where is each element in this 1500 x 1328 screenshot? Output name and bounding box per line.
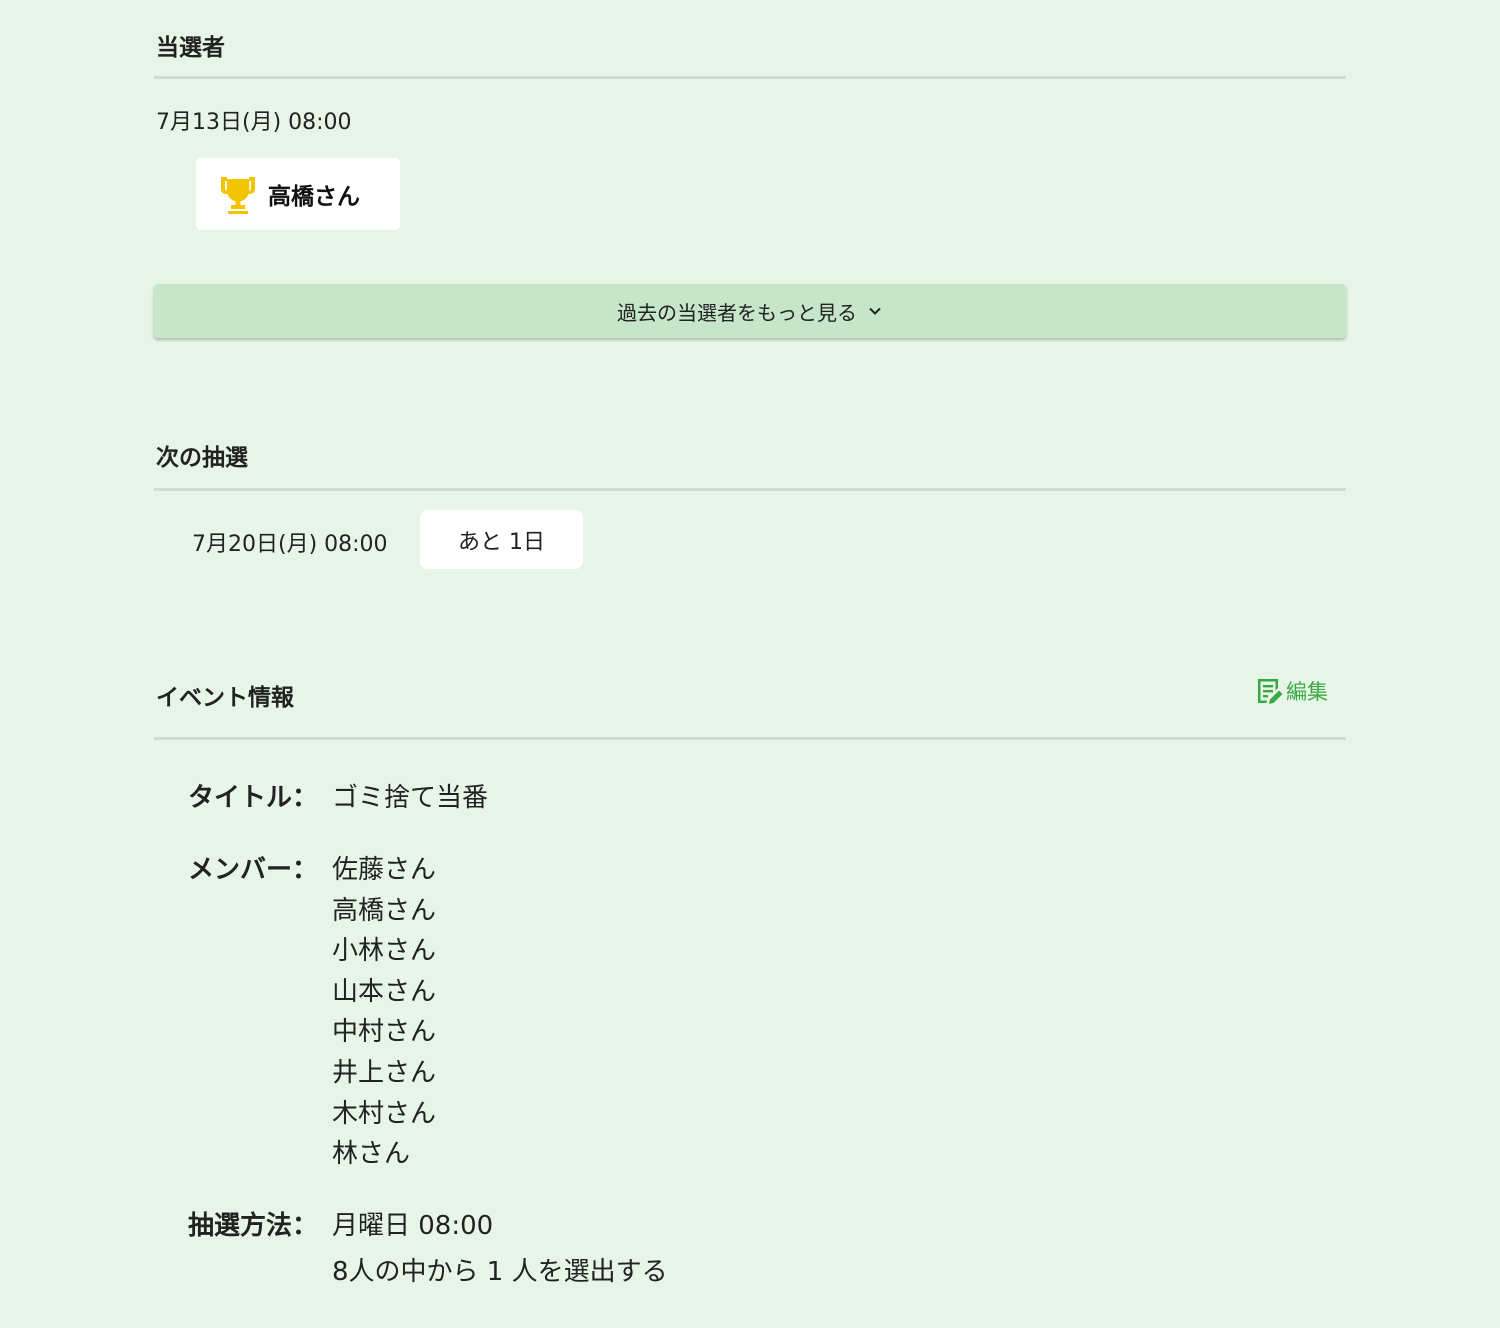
event-members-label: メンバー： xyxy=(188,855,319,885)
event-title-row: タイトル： ゴミ捨て当番 xyxy=(188,780,488,816)
event-info-divider xyxy=(154,737,1346,740)
member-item: 小林さん xyxy=(332,936,437,967)
draw-method-value: 月曜日 08:00 8人の中から 1 人を選出する xyxy=(332,1206,668,1298)
member-item: 佐藤さん xyxy=(332,855,437,885)
event-info-heading: イベント情報 xyxy=(156,685,294,711)
show-more-winners-label: 過去の当選者をもっと見る xyxy=(617,300,857,325)
edit-label: 編集 xyxy=(1286,680,1328,704)
next-draw-date: 7月20日(月) 08:00 xyxy=(192,532,388,557)
member-item: 中村さん xyxy=(332,1017,437,1048)
winners-heading: 当選者 xyxy=(156,35,225,61)
draw-method-row: 抽選方法： 月曜日 08:00 8人の中から 1 人を選出する xyxy=(188,1206,668,1298)
member-item: 林さん xyxy=(332,1139,411,1170)
days-remaining-badge: あと 1日 xyxy=(420,510,583,569)
trophy-icon xyxy=(216,172,260,216)
member-item: 井上さん xyxy=(332,1057,437,1088)
draw-method-rule: 8人の中から 1 人を選出する xyxy=(332,1257,668,1287)
event-title-label: タイトル： xyxy=(188,783,319,813)
member-list: 佐藤さん 高橋さん 小林さん 山本さん 中村さん 井上さん 木村さん 林さん xyxy=(332,850,436,1175)
winners-divider xyxy=(154,76,1346,79)
show-more-winners-button[interactable]: 過去の当選者をもっと見る xyxy=(154,284,1346,338)
chevron-down-icon xyxy=(867,305,883,317)
next-draw-heading: 次の抽選 xyxy=(156,445,248,471)
member-item: 木村さん xyxy=(332,1098,437,1129)
winner-card: 高橋さん xyxy=(196,158,400,230)
winner-name: 高橋さん xyxy=(268,184,360,210)
edit-icon xyxy=(1254,676,1284,706)
edit-event-button[interactable]: 編集 xyxy=(1254,676,1328,706)
draw-method-label: 抽選方法： xyxy=(188,1211,319,1241)
latest-draw-date: 7月13日(月) 08:00 xyxy=(156,110,352,135)
member-item: 高橋さん xyxy=(332,895,437,926)
event-members-row: メンバー： 佐藤さん 高橋さん 小林さん 山本さん 中村さん 井上さん 木村さん… xyxy=(188,850,436,1175)
event-title-value: ゴミ捨て当番 xyxy=(332,783,489,813)
draw-method-schedule: 月曜日 08:00 xyxy=(332,1211,494,1241)
member-item: 山本さん xyxy=(332,976,437,1007)
next-draw-divider xyxy=(154,488,1346,491)
